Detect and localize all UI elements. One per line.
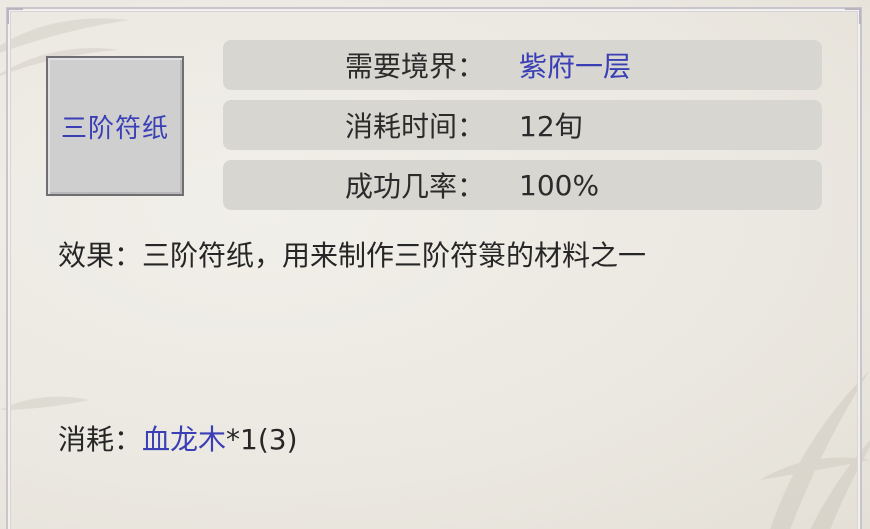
info-label: 消耗时间： — [345, 110, 486, 143]
corner-ornament — [845, 8, 861, 24]
item-icon-slot[interactable]: 三阶符纸 — [46, 56, 184, 196]
cost-line: 消耗：血龙木*1(3) — [58, 418, 298, 458]
cost-label: 消耗： — [58, 423, 143, 456]
effect-label: 效果： — [58, 239, 143, 272]
corner-ornament — [7, 8, 23, 24]
info-value[interactable]: 紫府一层 — [519, 45, 631, 85]
effect-description: 效果：三阶符纸，用来制作三阶符箓的材料之一 — [58, 234, 646, 274]
info-label: 成功几率： — [345, 170, 486, 203]
info-value: 12旬 — [519, 110, 583, 143]
effect-text: 三阶符纸，用来制作三阶符箓的材料之一 — [142, 239, 647, 272]
item-name: 三阶符纸 — [60, 113, 169, 144]
item-detail-panel: 三阶符纸 需要境界： 紫府一层 消耗时间： 12旬 成功几率： 100% 效果：… — [0, 0, 870, 529]
info-row-success-rate: 成功几率： 100% — [223, 160, 822, 210]
cost-quantity: *1(3) — [226, 423, 298, 456]
info-row-time-cost: 消耗时间： 12旬 — [223, 100, 822, 150]
info-label: 需要境界： — [345, 50, 486, 83]
info-row-required-realm: 需要境界： 紫府一层 — [223, 40, 822, 90]
info-value: 100% — [519, 168, 600, 202]
cost-material-link[interactable]: 血龙木 — [142, 423, 226, 456]
